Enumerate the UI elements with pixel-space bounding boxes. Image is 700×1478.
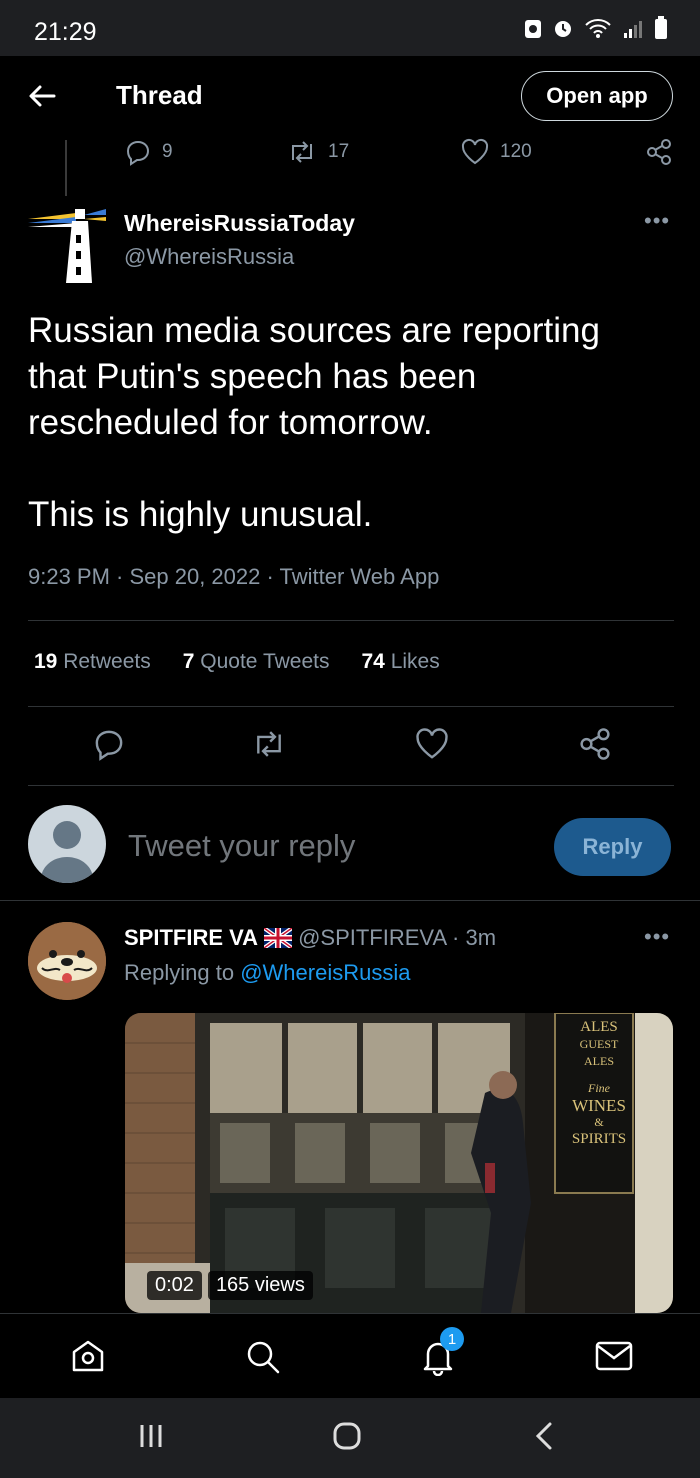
tweet-text-line: that Putin's speech has been [28,357,477,396]
replying-to-link[interactable]: @WhereisRussia [240,960,410,985]
thread-line [65,140,67,196]
back-arrow-icon[interactable] [24,78,60,114]
more-options-icon[interactable]: ••• [644,924,670,950]
video-overlay: 0:02 165 views [147,1271,313,1300]
messages-icon[interactable] [595,1340,633,1377]
avatar[interactable] [28,922,106,1000]
reply-submit-button[interactable]: Reply [554,818,671,876]
battery-icon [655,16,667,39]
wifi-icon [585,19,611,38]
uk-flag-icon [264,928,293,948]
home-icon[interactable] [70,1338,106,1379]
retweet-button[interactable] [250,727,288,766]
alarm-icon [555,21,571,37]
home-button-icon[interactable] [332,1421,362,1456]
prev-reply-action[interactable]: 9 [124,138,173,166]
like-button[interactable] [414,727,450,766]
recent-apps-icon[interactable] [138,1422,164,1455]
open-app-button[interactable]: Open app [521,71,673,121]
prev-reply-count: 9 [162,141,173,162]
replying-to: Replying to @WhereisRussia [124,960,411,985]
video-duration: 0:02 [147,1271,202,1300]
avatar[interactable] [28,205,106,283]
share-icon [580,728,610,760]
reply-author-handle: @SPITFIREVA · 3m [298,925,497,950]
reply-input[interactable]: Tweet your reply [128,828,355,864]
prev-like-action[interactable]: 120 [460,138,532,166]
quotes-count-link[interactable]: 7 Quote Tweets [183,650,330,674]
heart-icon [416,728,448,759]
divider [0,900,700,901]
video-thumbnail[interactable]: ALES GUEST ALES Fine WINES & SPIRITS 0:0… [125,1013,673,1313]
reply-button[interactable] [92,727,126,766]
system-back-icon[interactable] [532,1421,556,1456]
tweet-author-handle[interactable]: @WhereisRussia [124,244,294,270]
tweet-text-line: This is highly unusual. [28,495,373,534]
tweet-author-name[interactable]: WhereisRussiaToday [124,210,355,237]
retweets-count-link[interactable]: 19 Retweets [34,650,151,674]
more-options-icon[interactable]: ••• [644,208,670,234]
tweet-text-line: rescheduled for tomorrow. [28,403,433,442]
prev-share-icon[interactable] [645,138,673,171]
retweet-icon [257,731,281,757]
page-title: Thread [116,80,203,110]
reply-author-name: SPITFIRE VA [124,925,259,950]
heart-icon [461,138,489,165]
reply-icon [126,140,150,166]
retweet-icon [292,141,312,163]
prev-like-count: 120 [500,141,532,162]
prev-retweet-action[interactable]: 17 [286,138,349,166]
divider [28,785,674,786]
status-time: 21:29 [34,18,97,46]
share-button[interactable] [578,727,612,766]
notifications-badge: 1 [440,1327,464,1351]
likes-count-link[interactable]: 74 Likes [361,650,439,674]
tweet-engagement-counts: 19 Retweets 7 Quote Tweets 74 Likes [34,650,440,674]
reply-author-row[interactable]: SPITFIRE VA @SPITFIREVA · 3m [124,925,496,951]
prev-retweet-count: 17 [328,141,350,162]
user-avatar[interactable] [28,805,106,883]
notification-icon [525,20,541,38]
status-icons [524,16,668,40]
tweet-text: Russian media sources are reporting that… [28,308,668,538]
divider [28,620,674,621]
tweet-text-line: Russian media sources are reporting [28,311,600,350]
signal-icon [624,21,642,38]
search-icon[interactable] [244,1338,282,1381]
divider [28,706,674,707]
reply-icon [95,730,123,761]
tweet-timestamp[interactable]: 9:23 PM · Sep 20, 2022 · Twitter Web App [28,564,439,590]
shop-sign: ALES GUEST ALES Fine WINES & SPIRITS [571,1019,627,1147]
video-views: 165 views [207,1271,313,1300]
